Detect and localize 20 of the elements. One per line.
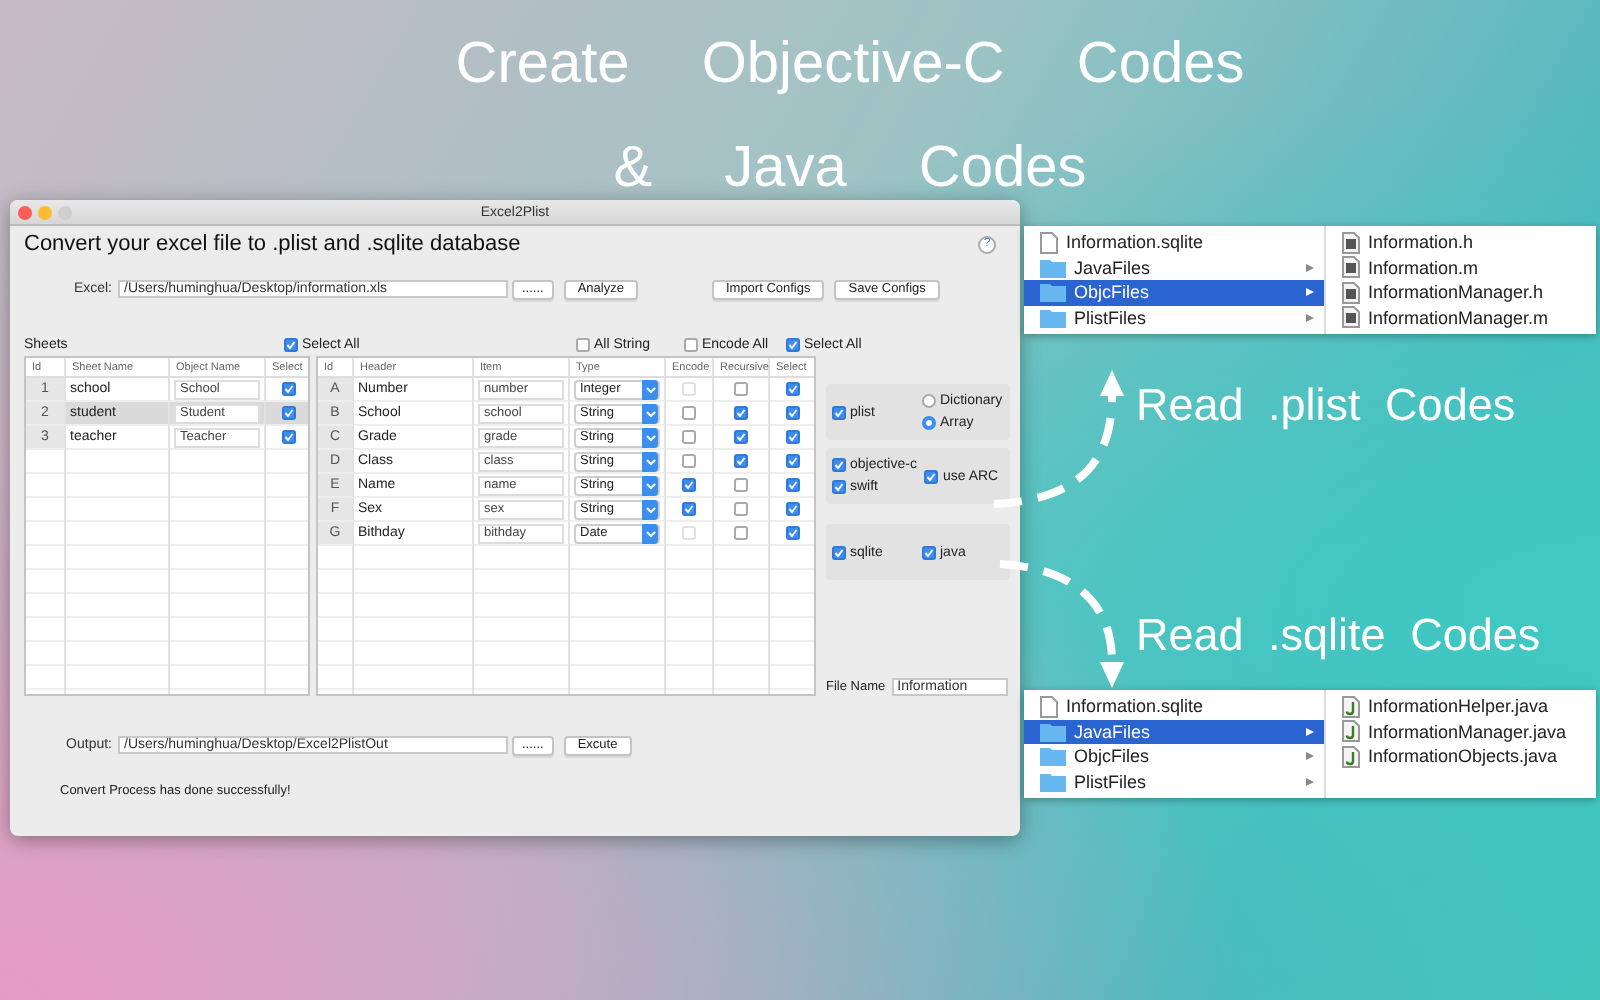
file-list-item[interactable]: JavaFiles [1024, 719, 1324, 744]
caption: Read .sqlite Codes [1136, 610, 1541, 662]
file-list-item[interactable]: JavaFiles [1024, 255, 1324, 280]
headline: Create Objective-C Codes [455, 30, 1245, 100]
file-list-item[interactable]: InformationHelper.java [1326, 694, 1596, 719]
heading: Convert your excel file to .plist and .sqlite database [24, 232, 521, 256]
file-list-item[interactable]: InformationManager.java [1326, 719, 1596, 744]
caption: Read .plist Codes [1136, 380, 1516, 432]
file-list-item[interactable]: Information.sqlite [1024, 230, 1324, 255]
file-list-item[interactable]: ObjcFiles [1024, 280, 1324, 305]
file-list-item[interactable]: InformationManager.h [1326, 280, 1596, 305]
file-list-item[interactable]: InformationManager.m [1326, 305, 1596, 330]
file-list-item[interactable]: Information.sqlite [1024, 694, 1324, 719]
file-list-item[interactable]: Information.h [1326, 230, 1596, 255]
file-list-item[interactable]: Information.m [1326, 255, 1596, 280]
file-list-item[interactable]: InformationObjects.java [1326, 744, 1596, 769]
file-list-item[interactable]: PlistFiles [1024, 305, 1324, 330]
file-list-item[interactable]: ObjcFiles [1024, 744, 1324, 769]
headline: & Java Codes [613, 134, 1087, 204]
file-list-item[interactable]: PlistFiles [1024, 769, 1324, 794]
